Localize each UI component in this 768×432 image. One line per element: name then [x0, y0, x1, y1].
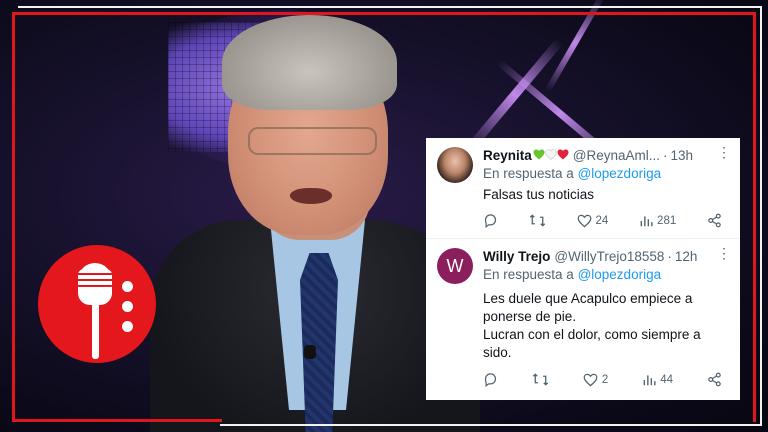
author-handle[interactable]: @WillyTrejo18558	[554, 249, 664, 264]
share-icon	[708, 213, 721, 228]
tweet-text-line: Lucran con el dolor, como siempre a	[483, 327, 701, 342]
separator-dot: ·	[663, 147, 668, 163]
microphone-logo	[38, 245, 156, 363]
retweet-icon	[532, 373, 549, 386]
tweet-text-line: Falsas tus noticias	[483, 187, 595, 202]
share-icon	[708, 372, 721, 387]
frame-line-red	[753, 12, 756, 422]
author-name[interactable]: Willy Trejo	[483, 249, 550, 264]
reply-context: En respuesta a @lopezdoriga	[483, 166, 661, 181]
tweet-header: Reynita @ReynaAml... · 13h ⋮	[483, 144, 731, 164]
tweet-actions: 24 281	[483, 213, 722, 228]
tweet[interactable]: W Willy Trejo @WillyTrejo18558 · 12h ⋮ E…	[426, 238, 740, 400]
views-button[interactable]: 44	[642, 373, 673, 387]
views-button[interactable]: 281	[639, 214, 676, 228]
frame-line-white	[760, 6, 762, 426]
reply-icon	[484, 373, 497, 387]
views-count: 281	[657, 214, 677, 227]
views-icon	[640, 215, 653, 226]
separator-dot: ·	[667, 248, 672, 264]
like-icon	[583, 373, 598, 386]
reply-context: En respuesta a @lopezdoriga	[483, 267, 661, 282]
tweet-actions: 2 44	[483, 372, 722, 387]
reply-mention-link[interactable]: @lopezdoriga	[578, 166, 662, 181]
microphone-grill	[78, 269, 112, 291]
green-heart-icon	[533, 149, 545, 159]
reply-prefix: En respuesta a	[483, 267, 574, 282]
video-frame: Reynita @ReynaAml... · 13h ⋮ En respuest…	[0, 0, 768, 432]
tweet-text: Falsas tus noticias	[483, 186, 594, 204]
share-button[interactable]	[707, 213, 722, 228]
tweet-time[interactable]: 13h	[671, 148, 694, 163]
retweet-button[interactable]	[529, 213, 546, 228]
logo-dot	[122, 281, 133, 292]
anchor-tie	[300, 253, 338, 432]
anchor-hair	[222, 15, 397, 110]
reply-icon	[484, 214, 497, 228]
reply-button[interactable]	[483, 372, 498, 387]
like-count: 24	[595, 214, 609, 227]
like-count: 2	[601, 373, 609, 386]
frame-line-white	[18, 6, 762, 8]
frame-line-white	[220, 424, 762, 426]
anchor-glasses	[248, 127, 377, 155]
reply-button[interactable]	[483, 213, 498, 228]
heart-emoji-icons	[533, 148, 569, 163]
like-button[interactable]: 2	[583, 373, 608, 387]
like-icon	[577, 214, 591, 227]
share-button[interactable]	[707, 372, 722, 387]
logo-dot	[122, 301, 133, 312]
tweet-text-line: ponerse de pie.	[483, 309, 577, 324]
tweet-text-line: sido.	[483, 345, 512, 360]
tweet[interactable]: Reynita @ReynaAml... · 13h ⋮ En respuest…	[426, 138, 740, 238]
retweet-button[interactable]	[532, 372, 549, 387]
avatar[interactable]	[437, 147, 473, 183]
tweet-header: Willy Trejo @WillyTrejo18558 · 12h ⋮	[483, 245, 731, 265]
logo-dot	[122, 321, 133, 332]
author-name[interactable]: Reynita	[483, 148, 532, 163]
tweet-text: Les duele que Acapulco empiece a ponerse…	[483, 290, 701, 362]
frame-line-red	[12, 12, 15, 422]
views-icon	[643, 374, 656, 385]
tweet-time[interactable]: 12h	[675, 249, 698, 264]
author-handle[interactable]: @ReynaAml...	[573, 148, 660, 163]
tweet-text-line: Les duele que Acapulco empiece a	[483, 291, 693, 306]
red-heart-icon	[557, 149, 569, 159]
reply-prefix: En respuesta a	[483, 166, 574, 181]
frame-line-red	[12, 419, 222, 422]
anchor-mouth	[290, 188, 332, 204]
more-icon[interactable]: ⋮	[717, 245, 731, 262]
white-heart-icon	[544, 148, 557, 160]
like-button[interactable]: 24	[577, 214, 609, 228]
views-count: 44	[660, 373, 674, 386]
microphone-stand	[92, 303, 99, 359]
frame-line-red	[12, 12, 756, 15]
tweet-replies-card: Reynita @ReynaAml... · 13h ⋮ En respuest…	[426, 138, 740, 400]
retweet-icon	[529, 214, 545, 227]
lapel-microphone	[304, 345, 316, 359]
more-icon[interactable]: ⋮	[717, 144, 731, 161]
reply-mention-link[interactable]: @lopezdoriga	[578, 267, 662, 282]
avatar[interactable]: W	[437, 248, 473, 284]
